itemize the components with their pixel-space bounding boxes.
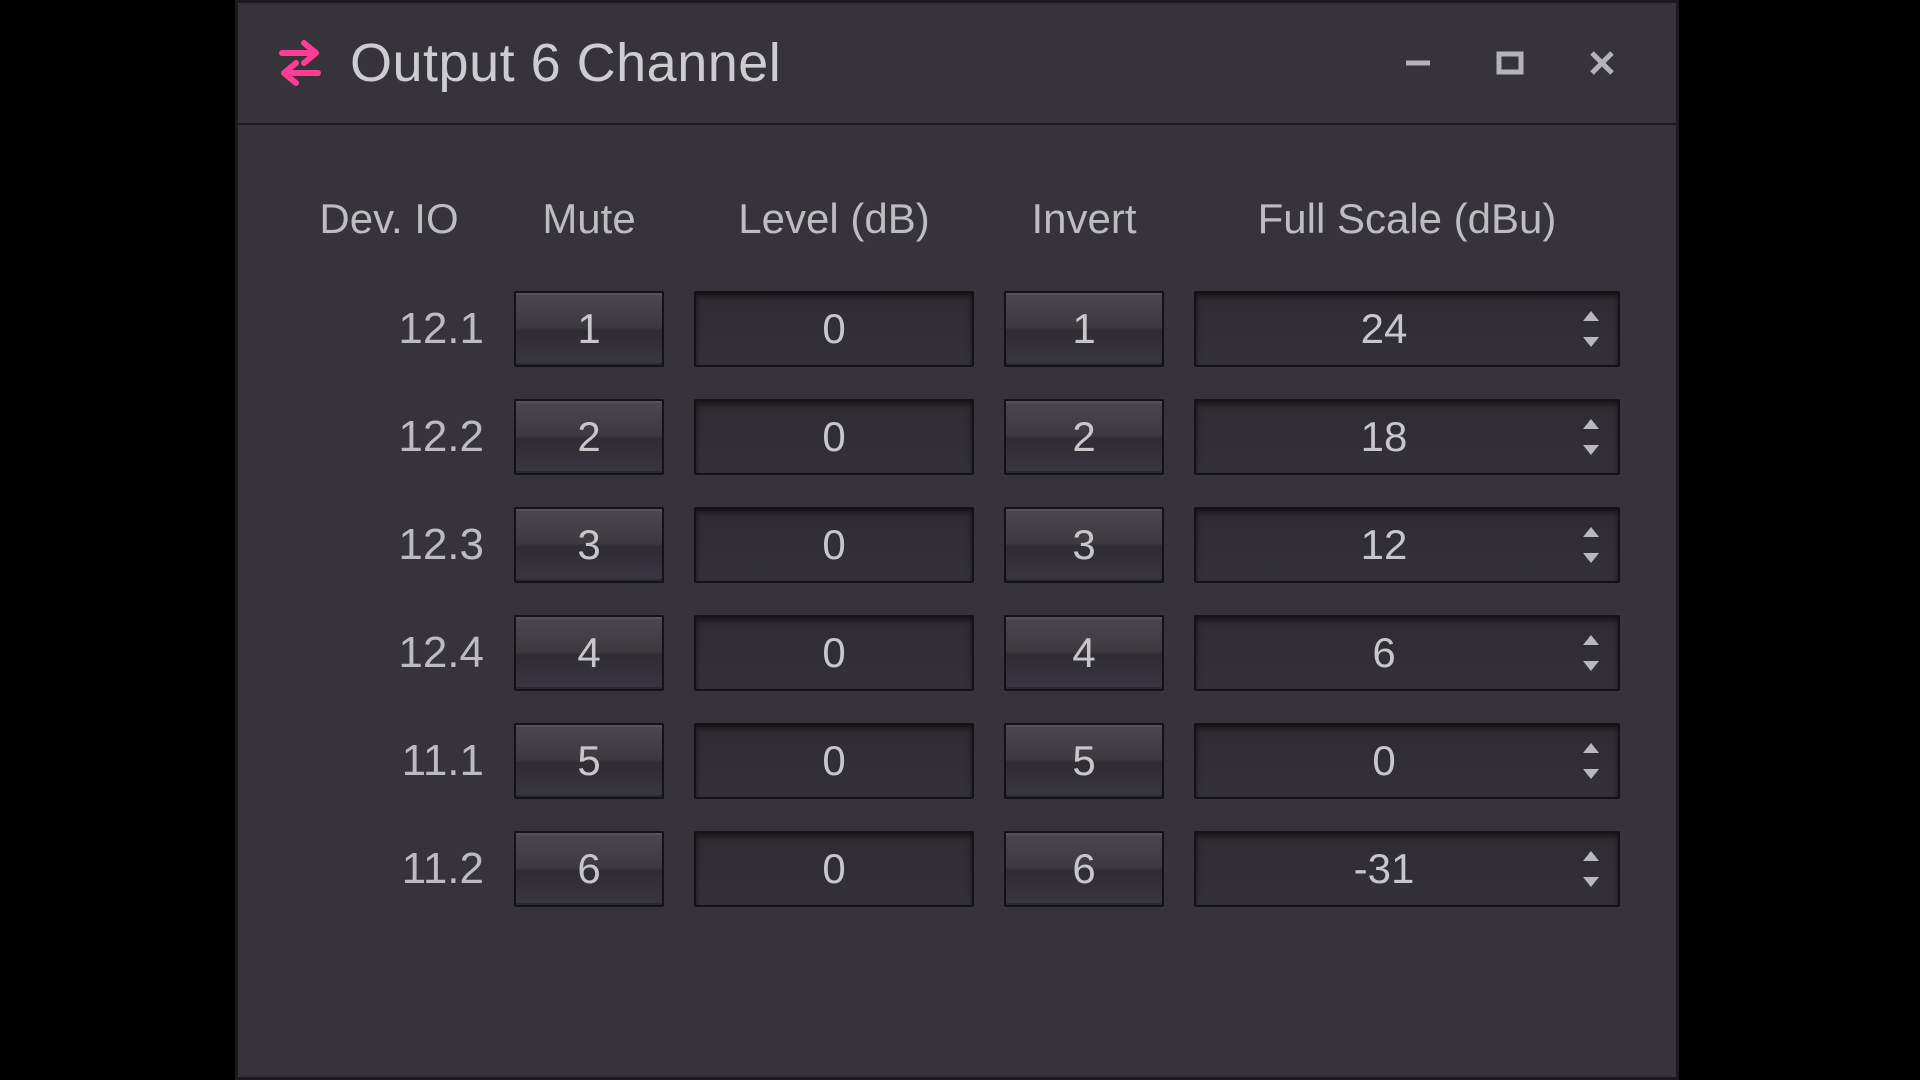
spinner-up-icon[interactable] <box>1574 739 1608 757</box>
spinner-down-icon[interactable] <box>1574 765 1608 783</box>
level-field[interactable]: 0 <box>694 723 974 799</box>
spinner-down-icon[interactable] <box>1574 657 1608 675</box>
level-field[interactable]: 0 <box>694 291 974 367</box>
invert-button[interactable]: 3 <box>1004 507 1164 583</box>
level-field[interactable]: 0 <box>694 615 974 691</box>
invert-button[interactable]: 2 <box>1004 399 1164 475</box>
spinner-up-icon[interactable] <box>1574 847 1608 865</box>
invert-button[interactable]: 6 <box>1004 831 1164 907</box>
column-header-mute: Mute <box>514 195 664 275</box>
spinner-up-icon[interactable] <box>1574 307 1608 325</box>
fullscale-value: -31 <box>1196 845 1572 893</box>
fullscale-value: 18 <box>1196 413 1572 461</box>
output-channel-window: Output 6 Channel Dev. IO Mut <box>235 0 1679 1080</box>
spinner-down-icon[interactable] <box>1574 549 1608 567</box>
spinner-up-icon[interactable] <box>1574 523 1608 541</box>
spinner-up-icon[interactable] <box>1574 415 1608 433</box>
column-header-devio: Dev. IO <box>294 195 484 275</box>
routing-arrows-icon <box>272 35 328 91</box>
window-title: Output 6 Channel <box>350 32 781 94</box>
fullscale-value: 12 <box>1196 521 1572 569</box>
fullscale-spinner[interactable]: 24 <box>1194 291 1620 367</box>
mute-button[interactable]: 6 <box>514 831 664 907</box>
fullscale-value: 24 <box>1196 305 1572 353</box>
devio-label: 12.4 <box>294 612 494 694</box>
spinner-up-icon[interactable] <box>1574 631 1608 649</box>
column-header-invert: Invert <box>1004 195 1164 275</box>
level-field[interactable]: 0 <box>694 399 974 475</box>
level-field[interactable]: 0 <box>694 831 974 907</box>
spinner-down-icon[interactable] <box>1574 441 1608 459</box>
column-header-fullscale: Full Scale (dBu) <box>1194 195 1620 275</box>
devio-label: 12.2 <box>294 396 494 478</box>
invert-button[interactable]: 5 <box>1004 723 1164 799</box>
mute-button[interactable]: 1 <box>514 291 664 367</box>
fullscale-spinner[interactable]: 12 <box>1194 507 1620 583</box>
fullscale-spinner[interactable]: 18 <box>1194 399 1620 475</box>
fullscale-spinner[interactable]: -31 <box>1194 831 1620 907</box>
mute-button[interactable]: 2 <box>514 399 664 475</box>
invert-button[interactable]: 4 <box>1004 615 1164 691</box>
fullscale-value: 0 <box>1196 737 1572 785</box>
fullscale-value: 6 <box>1196 629 1572 677</box>
titlebar: Output 6 Channel <box>238 3 1676 125</box>
invert-button[interactable]: 1 <box>1004 291 1164 367</box>
mute-button[interactable]: 4 <box>514 615 664 691</box>
minimize-button[interactable] <box>1372 27 1464 99</box>
spinner-down-icon[interactable] <box>1574 333 1608 351</box>
window-controls <box>1372 27 1648 99</box>
fullscale-spinner[interactable]: 0 <box>1194 723 1620 799</box>
devio-label: 12.3 <box>294 504 494 586</box>
mute-button[interactable]: 3 <box>514 507 664 583</box>
spinner-down-icon[interactable] <box>1574 873 1608 891</box>
devio-label: 12.1 <box>294 288 494 370</box>
mute-button[interactable]: 5 <box>514 723 664 799</box>
close-button[interactable] <box>1556 27 1648 99</box>
devio-label: 11.2 <box>294 828 494 910</box>
maximize-button[interactable] <box>1464 27 1556 99</box>
fullscale-spinner[interactable]: 6 <box>1194 615 1620 691</box>
column-header-level: Level (dB) <box>694 195 974 275</box>
level-field[interactable]: 0 <box>694 507 974 583</box>
devio-label: 11.1 <box>294 720 494 802</box>
